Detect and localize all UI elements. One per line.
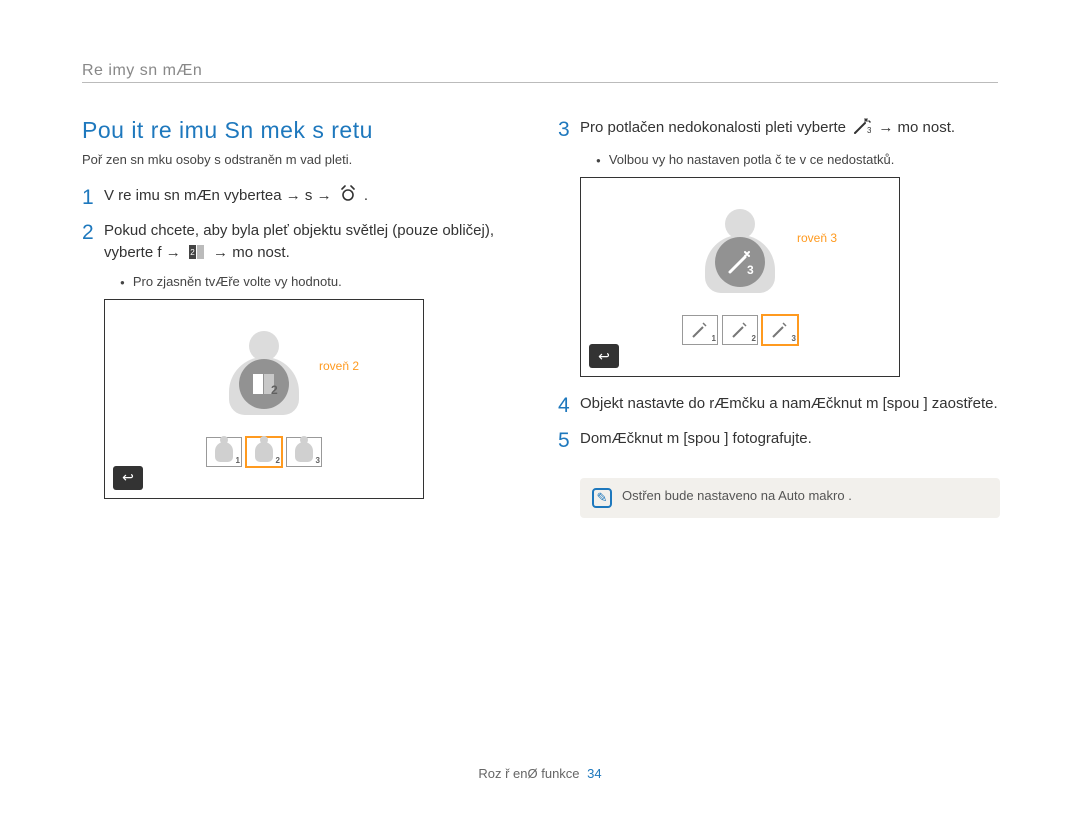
step-text-b: → mo nost. xyxy=(878,119,955,136)
breadcrumb: Re imy sn mÆn xyxy=(82,62,998,83)
thumb-retouch-3[interactable]: 3 xyxy=(762,315,798,345)
right-column: 3 Pro potlačen nedokonalosti pleti vyber… xyxy=(558,117,998,518)
thumb-retouch-2[interactable]: 2 xyxy=(722,315,758,345)
step-3: 3 Pro potlačen nedokonalosti pleti vyber… xyxy=(558,117,998,142)
face-tone-large-icon: 2 xyxy=(239,359,289,409)
note-text: Ostřen bude nastaveno na Auto makro . xyxy=(622,488,852,503)
thumb-row: 1 2 3 xyxy=(682,315,798,345)
svg-text:3: 3 xyxy=(747,263,754,277)
step-text-a: Pokud chcete, aby byla pleť objektu svět… xyxy=(104,222,494,261)
thumb-level-2[interactable]: 2 xyxy=(246,437,282,467)
preview-figure: 3 roveň 3 xyxy=(697,209,783,309)
svg-text:3: 3 xyxy=(867,126,871,135)
thumb-retouch-1[interactable]: 1 xyxy=(682,315,718,345)
sub-bullet-text: Pro zjasněn tvÆře volte vy hodnotu. xyxy=(133,274,342,289)
svg-text:2: 2 xyxy=(190,248,195,257)
step-number: 2 xyxy=(82,220,104,245)
thumb-row: 1 2 3 xyxy=(206,437,322,467)
page-footer: Roz ř enØ funkce 34 xyxy=(0,766,1080,781)
back-button[interactable]: ↩ xyxy=(113,466,143,490)
preview-figure: 2 roveň 2 xyxy=(221,331,307,431)
step-body: Pokud chcete, aby byla pleť objektu svět… xyxy=(104,220,522,264)
footer-text: Roz ř enØ funkce xyxy=(478,766,579,781)
thumb-level-3[interactable]: 3 xyxy=(286,437,322,467)
step-1: 1 V re imu sn mÆn vybertea → s → . xyxy=(82,185,522,210)
page: Re imy sn mÆn Pou it re imu Sn mek s ret… xyxy=(0,0,1080,518)
step-body: Pro potlačen nedokonalosti pleti vyberte… xyxy=(580,117,998,139)
preview-face-retouch: 3 roveň 3 1 2 xyxy=(580,177,900,377)
step-body: Objekt nastavte do rÆmčku a namÆčknut m … xyxy=(580,393,998,415)
thumb-level-1[interactable]: 1 xyxy=(206,437,242,467)
step-3-note: Volbou vy ho nastaven potla č te v ce ne… xyxy=(596,152,998,167)
left-column: Pou it re imu Sn mek s retu Poř zen sn m… xyxy=(82,117,522,518)
thumb-sub: 1 xyxy=(236,456,240,465)
level-label: roveň 2 xyxy=(319,359,359,373)
content-columns: Pou it re imu Sn mek s retu Poř zen sn m… xyxy=(82,117,998,518)
section-title: Pou it re imu Sn mek s retu xyxy=(82,117,522,144)
step-4: 4 Objekt nastavte do rÆmčku a namÆčknut … xyxy=(558,393,998,418)
thumb-sub: 3 xyxy=(792,334,796,343)
step-text-a: Pro potlačen nedokonalosti pleti vyberte xyxy=(580,119,846,136)
svg-text:2: 2 xyxy=(271,383,278,397)
thumb-sub: 3 xyxy=(316,456,320,465)
back-button[interactable]: ↩ xyxy=(589,344,619,368)
preview-face-tone: 2 roveň 2 1 2 3 ↩ xyxy=(104,299,424,499)
thumb-sub: 2 xyxy=(276,456,280,465)
step-number: 5 xyxy=(558,428,580,453)
step-2-note: Pro zjasněn tvÆře volte vy hodnotu. xyxy=(120,274,522,289)
step-body: V re imu sn mÆn vybertea → s → . xyxy=(104,185,522,207)
step-number: 4 xyxy=(558,393,580,418)
thumb-sub: 2 xyxy=(752,334,756,343)
thumb-sub: 1 xyxy=(712,334,716,343)
step-text: V re imu sn mÆn vybertea → s → xyxy=(104,187,332,204)
step-text-b: → mo nost. xyxy=(213,244,290,261)
page-number: 34 xyxy=(587,766,601,781)
face-tone-icon: 2 xyxy=(188,242,206,264)
section-subtitle: Poř zen sn mku osoby s odstraněn m vad p… xyxy=(82,152,522,167)
level-label: roveň 3 xyxy=(797,231,837,245)
sub-bullet-text: Volbou vy ho nastaven potla č te v ce ne… xyxy=(609,152,894,167)
face-retouch-large-icon: 3 xyxy=(715,237,765,287)
step-number: 3 xyxy=(558,117,580,142)
step-text-end: . xyxy=(364,187,368,204)
note-icon: ✎ xyxy=(592,488,612,508)
step-2: 2 Pokud chcete, aby byla pleť objektu sv… xyxy=(82,220,522,264)
retouch-mode-icon xyxy=(339,185,357,207)
note-box: ✎ Ostřen bude nastaveno na Auto makro . xyxy=(580,478,1000,518)
face-retouch-icon: 3 xyxy=(853,117,871,139)
step-body: DomÆčknut m [spou ] fotografujte. xyxy=(580,428,998,450)
step-number: 1 xyxy=(82,185,104,210)
step-5: 5 DomÆčknut m [spou ] fotografujte. xyxy=(558,428,998,453)
